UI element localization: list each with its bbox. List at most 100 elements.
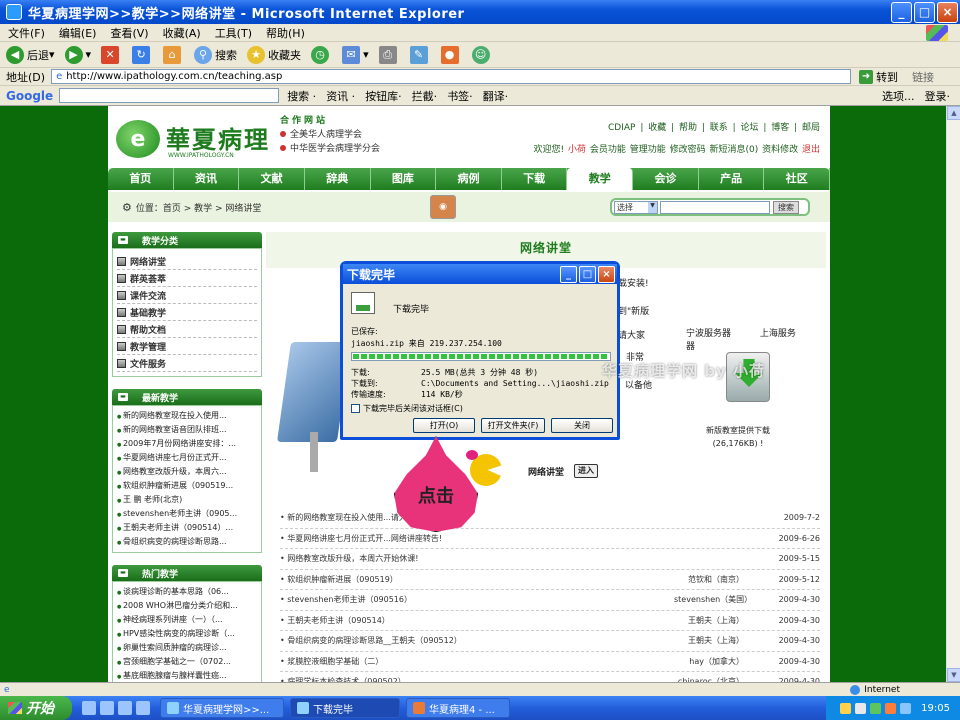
- nav-item-0[interactable]: 首页: [108, 168, 174, 190]
- links-label[interactable]: 链接: [912, 69, 934, 85]
- category-item[interactable]: 课件交流: [117, 287, 257, 304]
- news-title-link[interactable]: 骨组织病变的病理诊断思路__王朝夫（090512）: [280, 635, 674, 646]
- news-title-link[interactable]: 网络教室改版升级，本周六开始休课!: [280, 553, 674, 564]
- search-category-select[interactable]: 选择 ▼: [614, 200, 658, 214]
- site-logo-text[interactable]: 華夏病理: [166, 120, 270, 155]
- nav-item-4[interactable]: 图库: [371, 168, 437, 190]
- google-search-input[interactable]: [59, 88, 280, 103]
- hot-list-item[interactable]: 谈病理诊断的基本思路（06...: [117, 585, 257, 599]
- news-title-link[interactable]: 华夏网络讲座七月份正式开...网络讲座转告!: [280, 533, 674, 544]
- category-item[interactable]: 教学管理: [117, 338, 257, 355]
- task-ppt[interactable]: 华夏病理4 - ...: [406, 698, 510, 718]
- quick-launch-icon-3[interactable]: [118, 701, 132, 715]
- category-item[interactable]: 群英荟萃: [117, 270, 257, 287]
- tray-icon-3[interactable]: [870, 702, 882, 714]
- menu-help[interactable]: 帮助(H): [266, 25, 305, 41]
- user-menu-links[interactable]: 会员功能 管理功能 修改密码 新短消息(0) 资料修改: [590, 145, 798, 155]
- tray-icon-2[interactable]: [855, 702, 867, 714]
- google-translate-button[interactable]: 翻译·: [483, 88, 509, 104]
- rss-badge-icon[interactable]: ◉: [430, 195, 456, 219]
- hot-list-item[interactable]: 宫颈细胞学基础之一（0702...: [117, 655, 257, 669]
- close-on-complete-checkbox[interactable]: 下载完毕后关闭该对话框(C): [351, 403, 463, 414]
- latest-list-item[interactable]: 2009年7月份网络讲座安排：...: [117, 437, 257, 451]
- latest-list-item[interactable]: 王 鹏 老师(北京): [117, 493, 257, 507]
- task-ie[interactable]: 华夏病理学网>>...: [160, 698, 284, 718]
- favorites-button[interactable]: ★ 收藏夹: [247, 45, 301, 64]
- discuss-button[interactable]: ☺: [471, 45, 493, 64]
- site-logo-icon[interactable]: e: [116, 120, 160, 158]
- hot-list-item[interactable]: 卵巢性索间质肿瘤的病理诊...: [117, 641, 257, 655]
- task-download[interactable]: 下载完毕: [290, 698, 400, 718]
- nav-item-1[interactable]: 资讯: [174, 168, 240, 190]
- latest-list-item[interactable]: 网络教室改版升级，本周六...: [117, 465, 257, 479]
- dialog-close-button[interactable]: ×: [598, 265, 615, 283]
- latest-list-item[interactable]: 王朝夫老师主讲（090514）...: [117, 521, 257, 535]
- dialog-minimize-button[interactable]: _: [560, 265, 577, 283]
- volume-icon[interactable]: [900, 702, 912, 714]
- nav-item-9[interactable]: 产品: [699, 168, 765, 190]
- partner-link-2[interactable]: 中华医学会病理学分会: [280, 142, 380, 156]
- google-bookmarks-button[interactable]: 书签·: [447, 88, 473, 104]
- google-news-button[interactable]: 资讯 ·: [326, 88, 355, 104]
- collapse-icon[interactable]: ▬: [118, 236, 128, 244]
- nav-item-10[interactable]: 社区: [764, 168, 831, 190]
- site-search-input[interactable]: [660, 200, 770, 214]
- server-ningbo-link[interactable]: 宁波服务器: [686, 329, 731, 339]
- stop-button[interactable]: ✕: [101, 45, 122, 64]
- quick-launch-icon-2[interactable]: [100, 701, 114, 715]
- news-title-link[interactable]: 浆膜腔液细胞学基础（二）: [280, 656, 674, 667]
- mail-button[interactable]: ✉ ▾: [342, 45, 369, 64]
- menu-tools[interactable]: 工具(T): [215, 25, 252, 41]
- nav-item-7[interactable]: 教学: [567, 168, 634, 190]
- messenger-button[interactable]: ●: [440, 45, 462, 64]
- enter-button[interactable]: 进入: [574, 464, 599, 478]
- nav-item-3[interactable]: 辞典: [305, 168, 371, 190]
- nav-item-6[interactable]: 下载: [502, 168, 568, 190]
- dialog-maximize-button[interactable]: □: [579, 265, 596, 283]
- forward-button[interactable]: ▶ ▾: [64, 45, 91, 64]
- latest-list-item[interactable]: 新的网络教室现在投入使用...: [117, 409, 257, 423]
- maximize-button[interactable]: □: [914, 1, 935, 23]
- news-title-link[interactable]: 王朝夫老师主讲（090514）: [280, 615, 674, 626]
- scroll-up-icon[interactable]: ▲: [947, 106, 960, 120]
- latest-list-item[interactable]: stevenshen老师主讲（0905...: [117, 507, 257, 521]
- news-title-link[interactable]: stevenshen老师主讲（090516）: [280, 594, 674, 605]
- hot-list-item[interactable]: 神经病理系列讲座（一）（...: [117, 613, 257, 627]
- google-buttons-button[interactable]: 按钮库·: [365, 88, 402, 104]
- scroll-down-icon[interactable]: ▼: [947, 668, 960, 682]
- collapse-icon[interactable]: ▬: [118, 569, 128, 577]
- start-button[interactable]: 开始: [0, 696, 72, 720]
- category-item[interactable]: 网络讲堂: [117, 253, 257, 270]
- hot-list-item[interactable]: 基底细胞腺瘤与腺样囊性癌...: [117, 669, 257, 682]
- hot-list-item[interactable]: HPV感染性病变的病理诊断（...: [117, 627, 257, 641]
- category-item[interactable]: 帮助文档: [117, 321, 257, 338]
- nav-item-5[interactable]: 病例: [436, 168, 502, 190]
- checkbox-box[interactable]: [351, 404, 360, 413]
- back-button[interactable]: ◀ 后退 ▾: [6, 45, 55, 64]
- dialog-close-text-button[interactable]: 关闭: [551, 418, 613, 433]
- nav-item-8[interactable]: 会诊: [633, 168, 699, 190]
- menu-edit[interactable]: 编辑(E): [59, 25, 97, 41]
- google-search-button[interactable]: 搜索 ·: [287, 88, 316, 104]
- google-login-button[interactable]: 登录·: [925, 88, 951, 104]
- latest-list-item[interactable]: 华夏网络讲座七月份正式开...: [117, 451, 257, 465]
- google-logo[interactable]: Google: [6, 89, 53, 103]
- nav-item-2[interactable]: 文献: [239, 168, 305, 190]
- address-input[interactable]: e http://www.ipathology.com.cn/teaching.…: [51, 69, 852, 84]
- logout-link[interactable]: 退出: [802, 145, 820, 155]
- go-button[interactable]: ➜ 转到: [859, 69, 898, 85]
- collapse-icon[interactable]: ▬: [118, 393, 128, 401]
- menu-favorites[interactable]: 收藏(A): [163, 25, 201, 41]
- close-button[interactable]: ×: [937, 1, 958, 23]
- category-item[interactable]: 文件服务: [117, 355, 257, 372]
- tray-icon-4[interactable]: [885, 702, 897, 714]
- open-button[interactable]: 打开(O): [413, 418, 475, 433]
- history-button[interactable]: ◷: [311, 45, 332, 64]
- vertical-scrollbar[interactable]: ▲ ▼: [946, 106, 960, 682]
- news-title-link[interactable]: 软组织肿瘤新进展（090519）: [280, 574, 674, 585]
- edit-button[interactable]: ✎: [409, 45, 431, 64]
- category-item[interactable]: 基础教学: [117, 304, 257, 321]
- home-button[interactable]: ⌂: [163, 45, 184, 64]
- google-options-button[interactable]: 选项...: [882, 88, 915, 104]
- top-links[interactable]: CDIAP | 收藏 | 帮助 | 联系 | 论坛 | 博客 | 邮局: [608, 120, 820, 133]
